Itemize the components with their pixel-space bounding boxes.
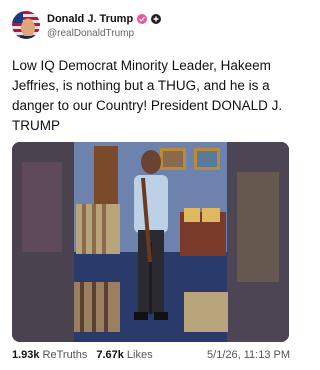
post-timestamp[interactable]: 5/1/26, 11:13 PM xyxy=(207,349,290,361)
retruths-count: 1.93k xyxy=(12,349,40,361)
post-text: Low IQ Democrat Minority Leader, Hakeem … xyxy=(12,58,283,133)
post-video-thumbnail[interactable] xyxy=(12,142,289,342)
likes-count: 7.67k xyxy=(96,349,124,361)
likes-label: Likes xyxy=(126,349,153,361)
retruths-stat[interactable]: 1.93k ReTruths xyxy=(12,349,87,361)
post-footer: 1.93k ReTruths 7.67k Likes 5/1/26, 11:13… xyxy=(12,349,290,361)
retruths-label: ReTruths xyxy=(42,349,88,361)
video-thumbnail-image xyxy=(12,142,289,342)
author-name-row: Donald J. Trump xyxy=(47,13,162,25)
author-display-name[interactable]: Donald J. Trump xyxy=(47,13,133,25)
flag-avatar-icon xyxy=(12,11,40,39)
likes-stat[interactable]: 7.67k Likes xyxy=(96,349,152,361)
post-card: Donald J. Trump @realDonaldTrump Low IQ … xyxy=(0,0,300,370)
author-avatar[interactable] xyxy=(12,11,40,39)
plus-badge-icon xyxy=(151,14,162,24)
verified-check-icon xyxy=(137,14,148,24)
author-handle[interactable]: @realDonaldTrump xyxy=(47,28,134,39)
